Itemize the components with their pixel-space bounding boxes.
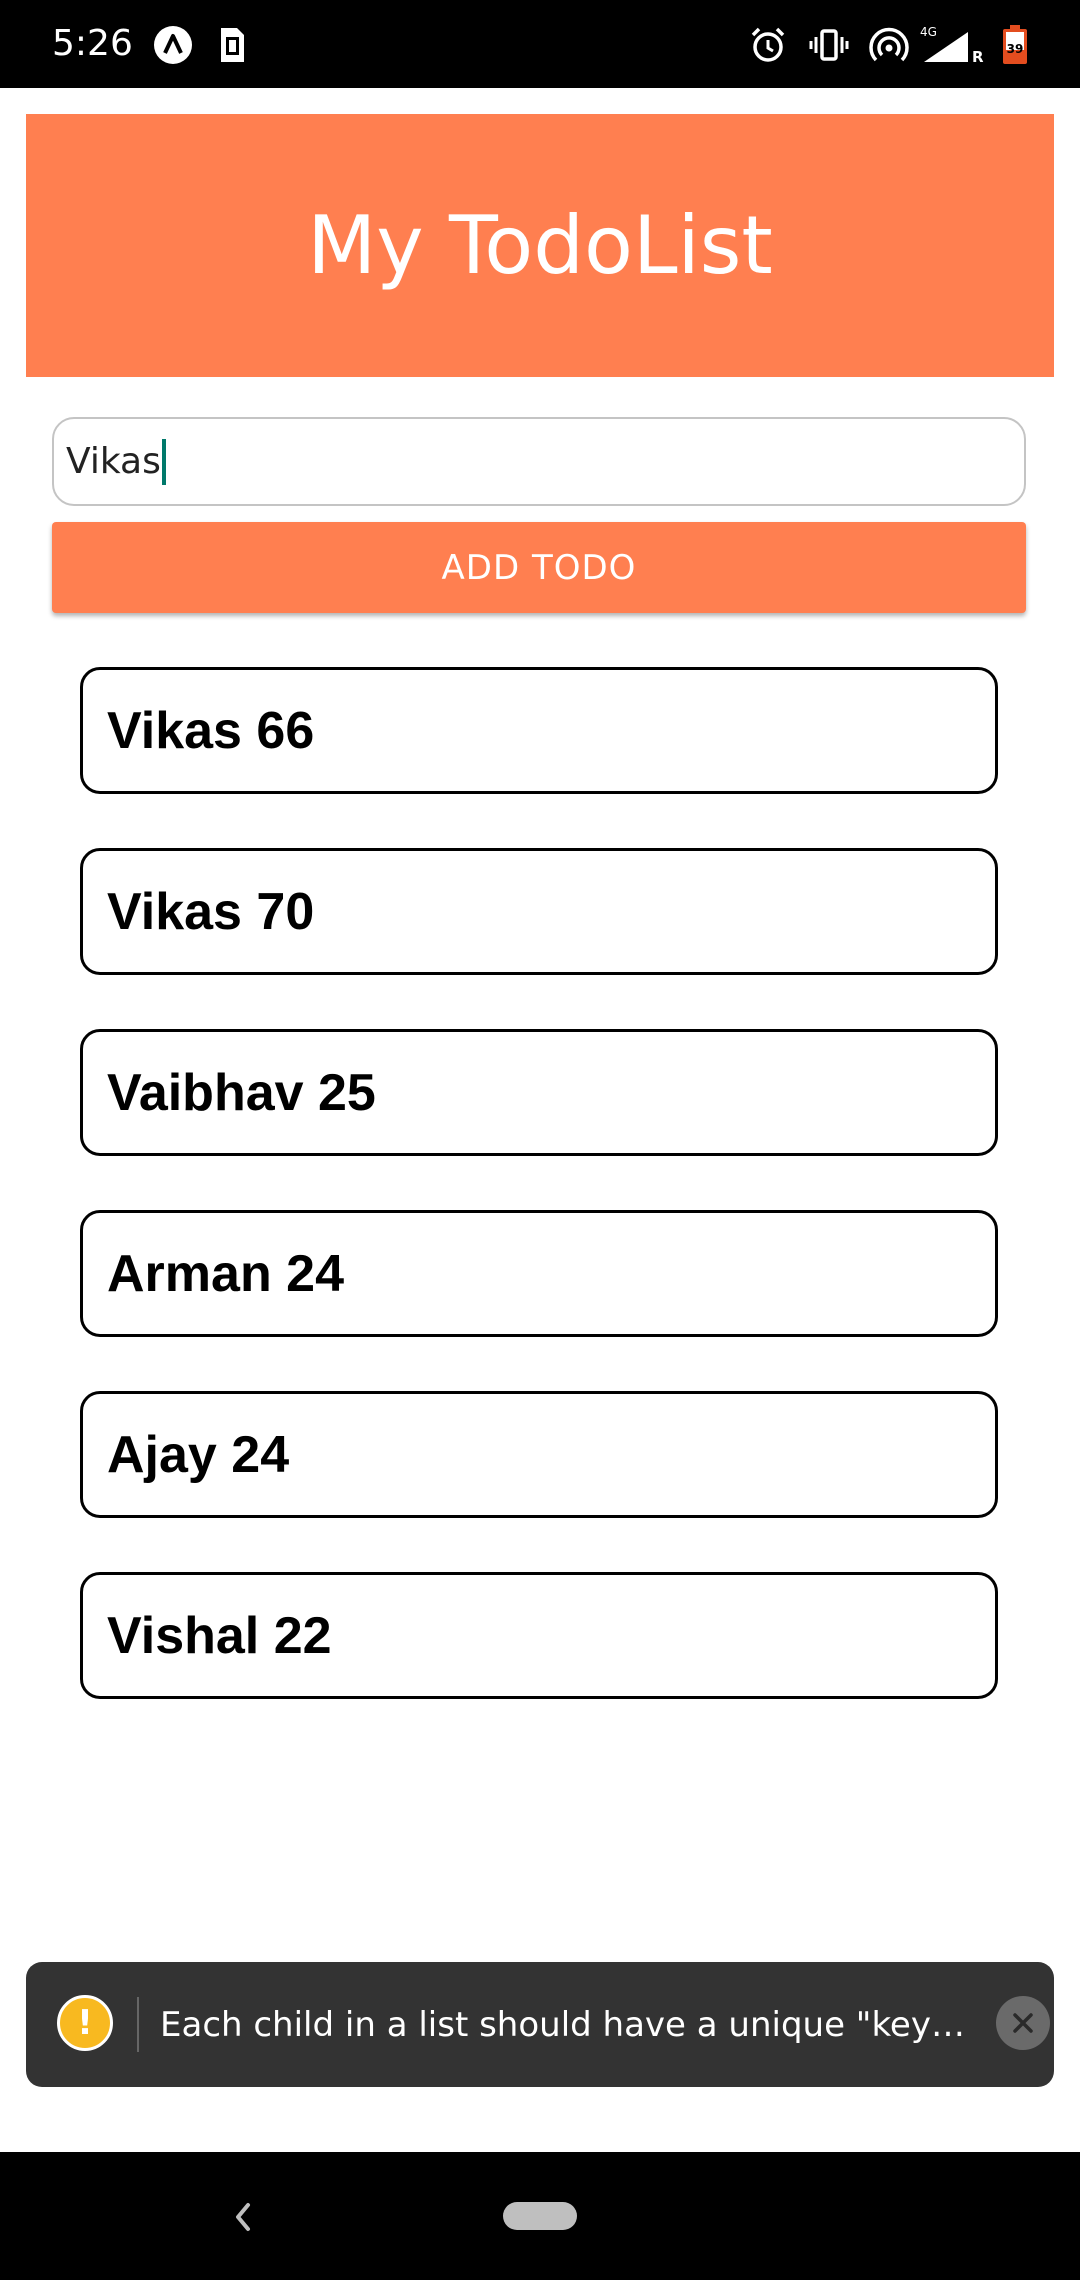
back-icon[interactable] xyxy=(222,2192,262,2242)
toast-message: Each child in a list should have a uniqu… xyxy=(160,2005,980,2045)
todo-item-text: Vishal 22 xyxy=(107,1606,332,1665)
signal-4g-icon: 4G R xyxy=(918,24,988,66)
add-todo-button[interactable]: ADD TODO xyxy=(52,522,1026,613)
todo-item[interactable]: Arman 24 xyxy=(80,1210,998,1337)
status-bar: 5:26 4G R 39 xyxy=(0,0,1080,88)
todo-item[interactable]: Vikas 70 xyxy=(80,848,998,975)
todo-item-text: Vikas 70 xyxy=(107,882,315,941)
todo-input-value: Vikas xyxy=(66,441,161,482)
hotspot-icon xyxy=(868,24,910,66)
navigation-bar xyxy=(0,2152,1080,2280)
status-time: 5:26 xyxy=(52,23,133,64)
close-icon[interactable] xyxy=(996,1996,1050,2050)
todo-item[interactable]: Ajay 24 xyxy=(80,1391,998,1518)
vibrate-icon xyxy=(808,24,850,66)
roaming-label: R xyxy=(972,48,984,66)
add-todo-button-label: ADD TODO xyxy=(441,547,637,588)
sim-card-icon xyxy=(211,24,253,66)
home-pill-icon[interactable] xyxy=(503,2202,577,2230)
page-title: My TodoList xyxy=(307,199,773,292)
toast-divider xyxy=(137,1997,139,2052)
todo-item[interactable]: Vikas 66 xyxy=(80,667,998,794)
todo-item-text: Ajay 24 xyxy=(107,1425,290,1484)
network-type-label: 4G xyxy=(920,25,937,39)
app-header: My TodoList xyxy=(26,114,1054,377)
todo-input[interactable]: Vikas xyxy=(52,417,1026,506)
text-cursor xyxy=(161,438,166,485)
warning-icon-glyph: ! xyxy=(77,2003,93,2043)
warning-toast[interactable]: ! Each child in a list should have a uni… xyxy=(26,1962,1054,2087)
battery-level: 39 xyxy=(1007,42,1024,56)
alarm-icon xyxy=(747,24,789,66)
todo-list: Vikas 66 Vikas 70 Vaibhav 25 Arman 24 Aj… xyxy=(80,667,998,1753)
todo-item-text: Arman 24 xyxy=(107,1244,344,1303)
todo-item-text: Vaibhav 25 xyxy=(107,1063,376,1122)
warning-icon: ! xyxy=(57,1995,113,2051)
todo-item[interactable]: Vishal 22 xyxy=(80,1572,998,1699)
todo-item[interactable]: Vaibhav 25 xyxy=(80,1029,998,1156)
battery-icon: 39 xyxy=(1000,24,1030,66)
app-a-icon xyxy=(152,24,194,66)
todo-item-text: Vikas 66 xyxy=(107,701,315,760)
